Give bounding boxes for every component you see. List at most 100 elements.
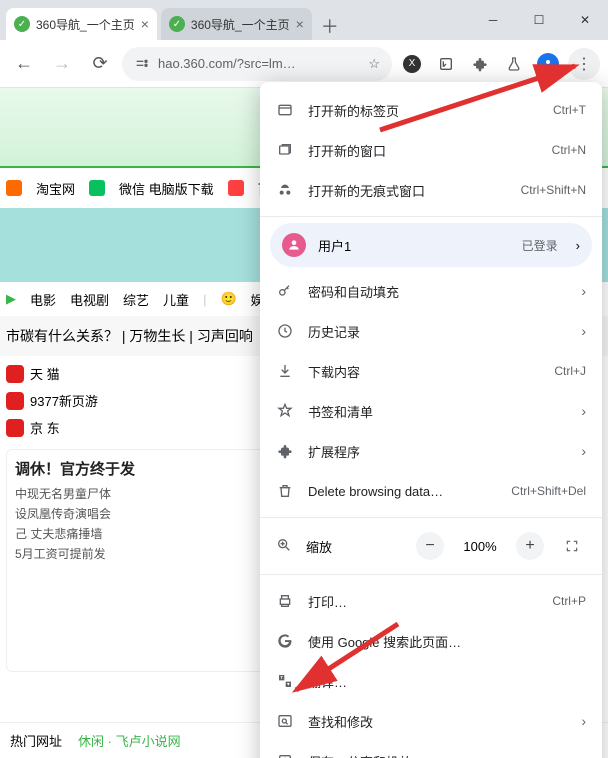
user-label: 用户1 [318, 236, 510, 255]
chevron-right-icon: › [581, 443, 586, 459]
link-wechat[interactable]: 微信 电脑版下载 [119, 179, 214, 198]
wechat-icon [89, 180, 105, 196]
incognito-icon [276, 181, 294, 199]
url-bar[interactable]: hao.360.com/?src=lm… ☆ [122, 47, 392, 81]
print-icon [276, 592, 294, 610]
tab-2[interactable]: ✓ 360导航_一个主页 × [161, 8, 312, 40]
extension-icon-1[interactable]: X [398, 50, 426, 78]
save-share-icon [276, 752, 294, 758]
baidu-icon [228, 180, 244, 196]
zoom-pct: 100% [458, 539, 502, 554]
translate-icon [276, 672, 294, 690]
menu-downloads[interactable]: 下载内容 Ctrl+J [260, 351, 602, 391]
trash-icon [276, 482, 294, 500]
menu-new-tab[interactable]: 打开新的标签页 Ctrl+T [260, 90, 602, 130]
jd-icon [6, 419, 24, 437]
chevron-right-icon: › [581, 283, 586, 299]
chrome-menu: 打开新的标签页 Ctrl+T 打开新的窗口 Ctrl+N 打开新的无痕式窗口 C… [260, 82, 602, 758]
history-icon [276, 322, 294, 340]
cat-kids[interactable]: 儿童 [163, 290, 189, 309]
tab-2-close[interactable]: × [296, 16, 304, 32]
chevron-right-icon: › [581, 403, 586, 419]
fullscreen-button[interactable] [558, 532, 586, 560]
menu-print[interactable]: 打印… Ctrl+P [260, 581, 602, 621]
star-icon[interactable]: ☆ [368, 56, 380, 72]
news-headline[interactable]: 调休！官方终于发 [15, 458, 291, 479]
favicon-icon: ✓ [14, 16, 30, 32]
tab-1-close[interactable]: × [141, 16, 149, 32]
news-line-4[interactable]: 5月工资可提前发 [15, 545, 291, 565]
zoom-icon [276, 537, 292, 556]
menu-passwords[interactable]: 密码和自动填充 › [260, 271, 602, 311]
bottom-tab-1[interactable]: 热门网址 [10, 731, 62, 750]
cat-tv[interactable]: 电视剧 [70, 290, 109, 309]
menu-zoom-row: 缩放 − 100% + [260, 524, 602, 568]
back-button[interactable]: ← [8, 48, 40, 80]
menu-user-row[interactable]: 用户1 已登录 › [270, 223, 592, 267]
window-controls: ─ ☐ ✕ [470, 0, 608, 40]
labs-flask-icon[interactable] [500, 50, 528, 78]
new-tab-icon [276, 101, 294, 119]
tab-2-title: 360导航_一个主页 [191, 16, 290, 33]
grid-jd[interactable]: 京 东 [30, 418, 60, 437]
movie-icon: ▶ [6, 291, 16, 307]
extensions-puzzle-icon[interactable] [466, 50, 494, 78]
tab-1[interactable]: ✓ 360导航_一个主页 × [6, 8, 157, 40]
key-icon [276, 282, 294, 300]
chevron-right-icon: › [581, 753, 586, 758]
menu-translate[interactable]: 翻译… [260, 661, 602, 701]
google-icon [276, 632, 294, 650]
new-window-icon [276, 141, 294, 159]
tmall-icon [6, 365, 24, 383]
close-button[interactable]: ✕ [562, 0, 608, 40]
bottom-tab-2[interactable]: 休闲 · 飞卢小说网 [78, 731, 181, 750]
menu-save-share[interactable]: 保存、分享和投放 › [260, 741, 602, 758]
new-tab-button[interactable]: ＋ [316, 12, 344, 40]
tab-1-title: 360导航_一个主页 [36, 16, 135, 33]
game-icon [6, 392, 24, 410]
taobao-icon [6, 180, 22, 196]
menu-history[interactable]: 历史记录 › [260, 311, 602, 351]
more-menu-button[interactable]: ⋮ [568, 48, 600, 80]
minimize-button[interactable]: ─ [470, 0, 516, 40]
cat-variety[interactable]: 综艺 [123, 290, 149, 309]
zoom-in-button[interactable]: + [516, 532, 544, 560]
forward-button[interactable]: → [46, 48, 78, 80]
url-text: hao.360.com/?src=lm… [158, 56, 296, 71]
profile-avatar[interactable] [534, 50, 562, 78]
extension-icon-2[interactable] [432, 50, 460, 78]
grid-game[interactable]: 9377新页游 [30, 391, 98, 410]
menu-find[interactable]: 查找和修改 › [260, 701, 602, 741]
chevron-right-icon: › [581, 323, 586, 339]
chevron-right-icon: › [576, 238, 580, 253]
zoom-out-button[interactable]: − [416, 532, 444, 560]
extensions-icon [276, 442, 294, 460]
site-info-icon[interactable] [134, 56, 150, 72]
reload-button[interactable]: ⟳ [84, 48, 116, 80]
news-line-3[interactable]: 己 丈夫悲痛捶墙 [15, 525, 291, 545]
cat-movie[interactable]: 电影 [30, 290, 56, 309]
news-line-2[interactable]: 设凤凰传奇演唱会 [15, 505, 291, 525]
user-status: 已登录 [522, 237, 558, 254]
chevron-right-icon: › [581, 713, 586, 729]
menu-delete-data[interactable]: Delete browsing data… Ctrl+Shift+Del [260, 471, 602, 511]
favicon-icon: ✓ [169, 16, 185, 32]
menu-new-window[interactable]: 打开新的窗口 Ctrl+N [260, 130, 602, 170]
menu-incognito[interactable]: 打开新的无痕式窗口 Ctrl+Shift+N [260, 170, 602, 210]
grid-tmall[interactable]: 天 猫 [30, 364, 60, 383]
user-avatar-icon [282, 233, 306, 257]
toolbar: ← → ⟳ hao.360.com/?src=lm… ☆ X ⋮ [0, 40, 608, 88]
tab-bar: ✓ 360导航_一个主页 × ✓ 360导航_一个主页 × ＋ ─ ☐ ✕ [0, 0, 608, 40]
menu-extensions[interactable]: 扩展程序 › [260, 431, 602, 471]
news-card: 调休！官方终于发 中现无名男童尸体 设凤凰传奇演唱会 己 丈夫悲痛捶墙 5月工资… [6, 449, 300, 672]
menu-google-search[interactable]: 使用 Google 搜索此页面… [260, 621, 602, 661]
menu-bookmarks[interactable]: 书签和清单 › [260, 391, 602, 431]
ent-icon: 🙂 [220, 291, 236, 307]
bookmark-star-icon [276, 402, 294, 420]
news-line-1[interactable]: 中现无名男童尸体 [15, 485, 291, 505]
maximize-button[interactable]: ☐ [516, 0, 562, 40]
download-icon [276, 362, 294, 380]
link-taobao[interactable]: 淘宝网 [36, 179, 75, 198]
find-icon [276, 712, 294, 730]
zoom-label: 缩放 [306, 537, 402, 556]
